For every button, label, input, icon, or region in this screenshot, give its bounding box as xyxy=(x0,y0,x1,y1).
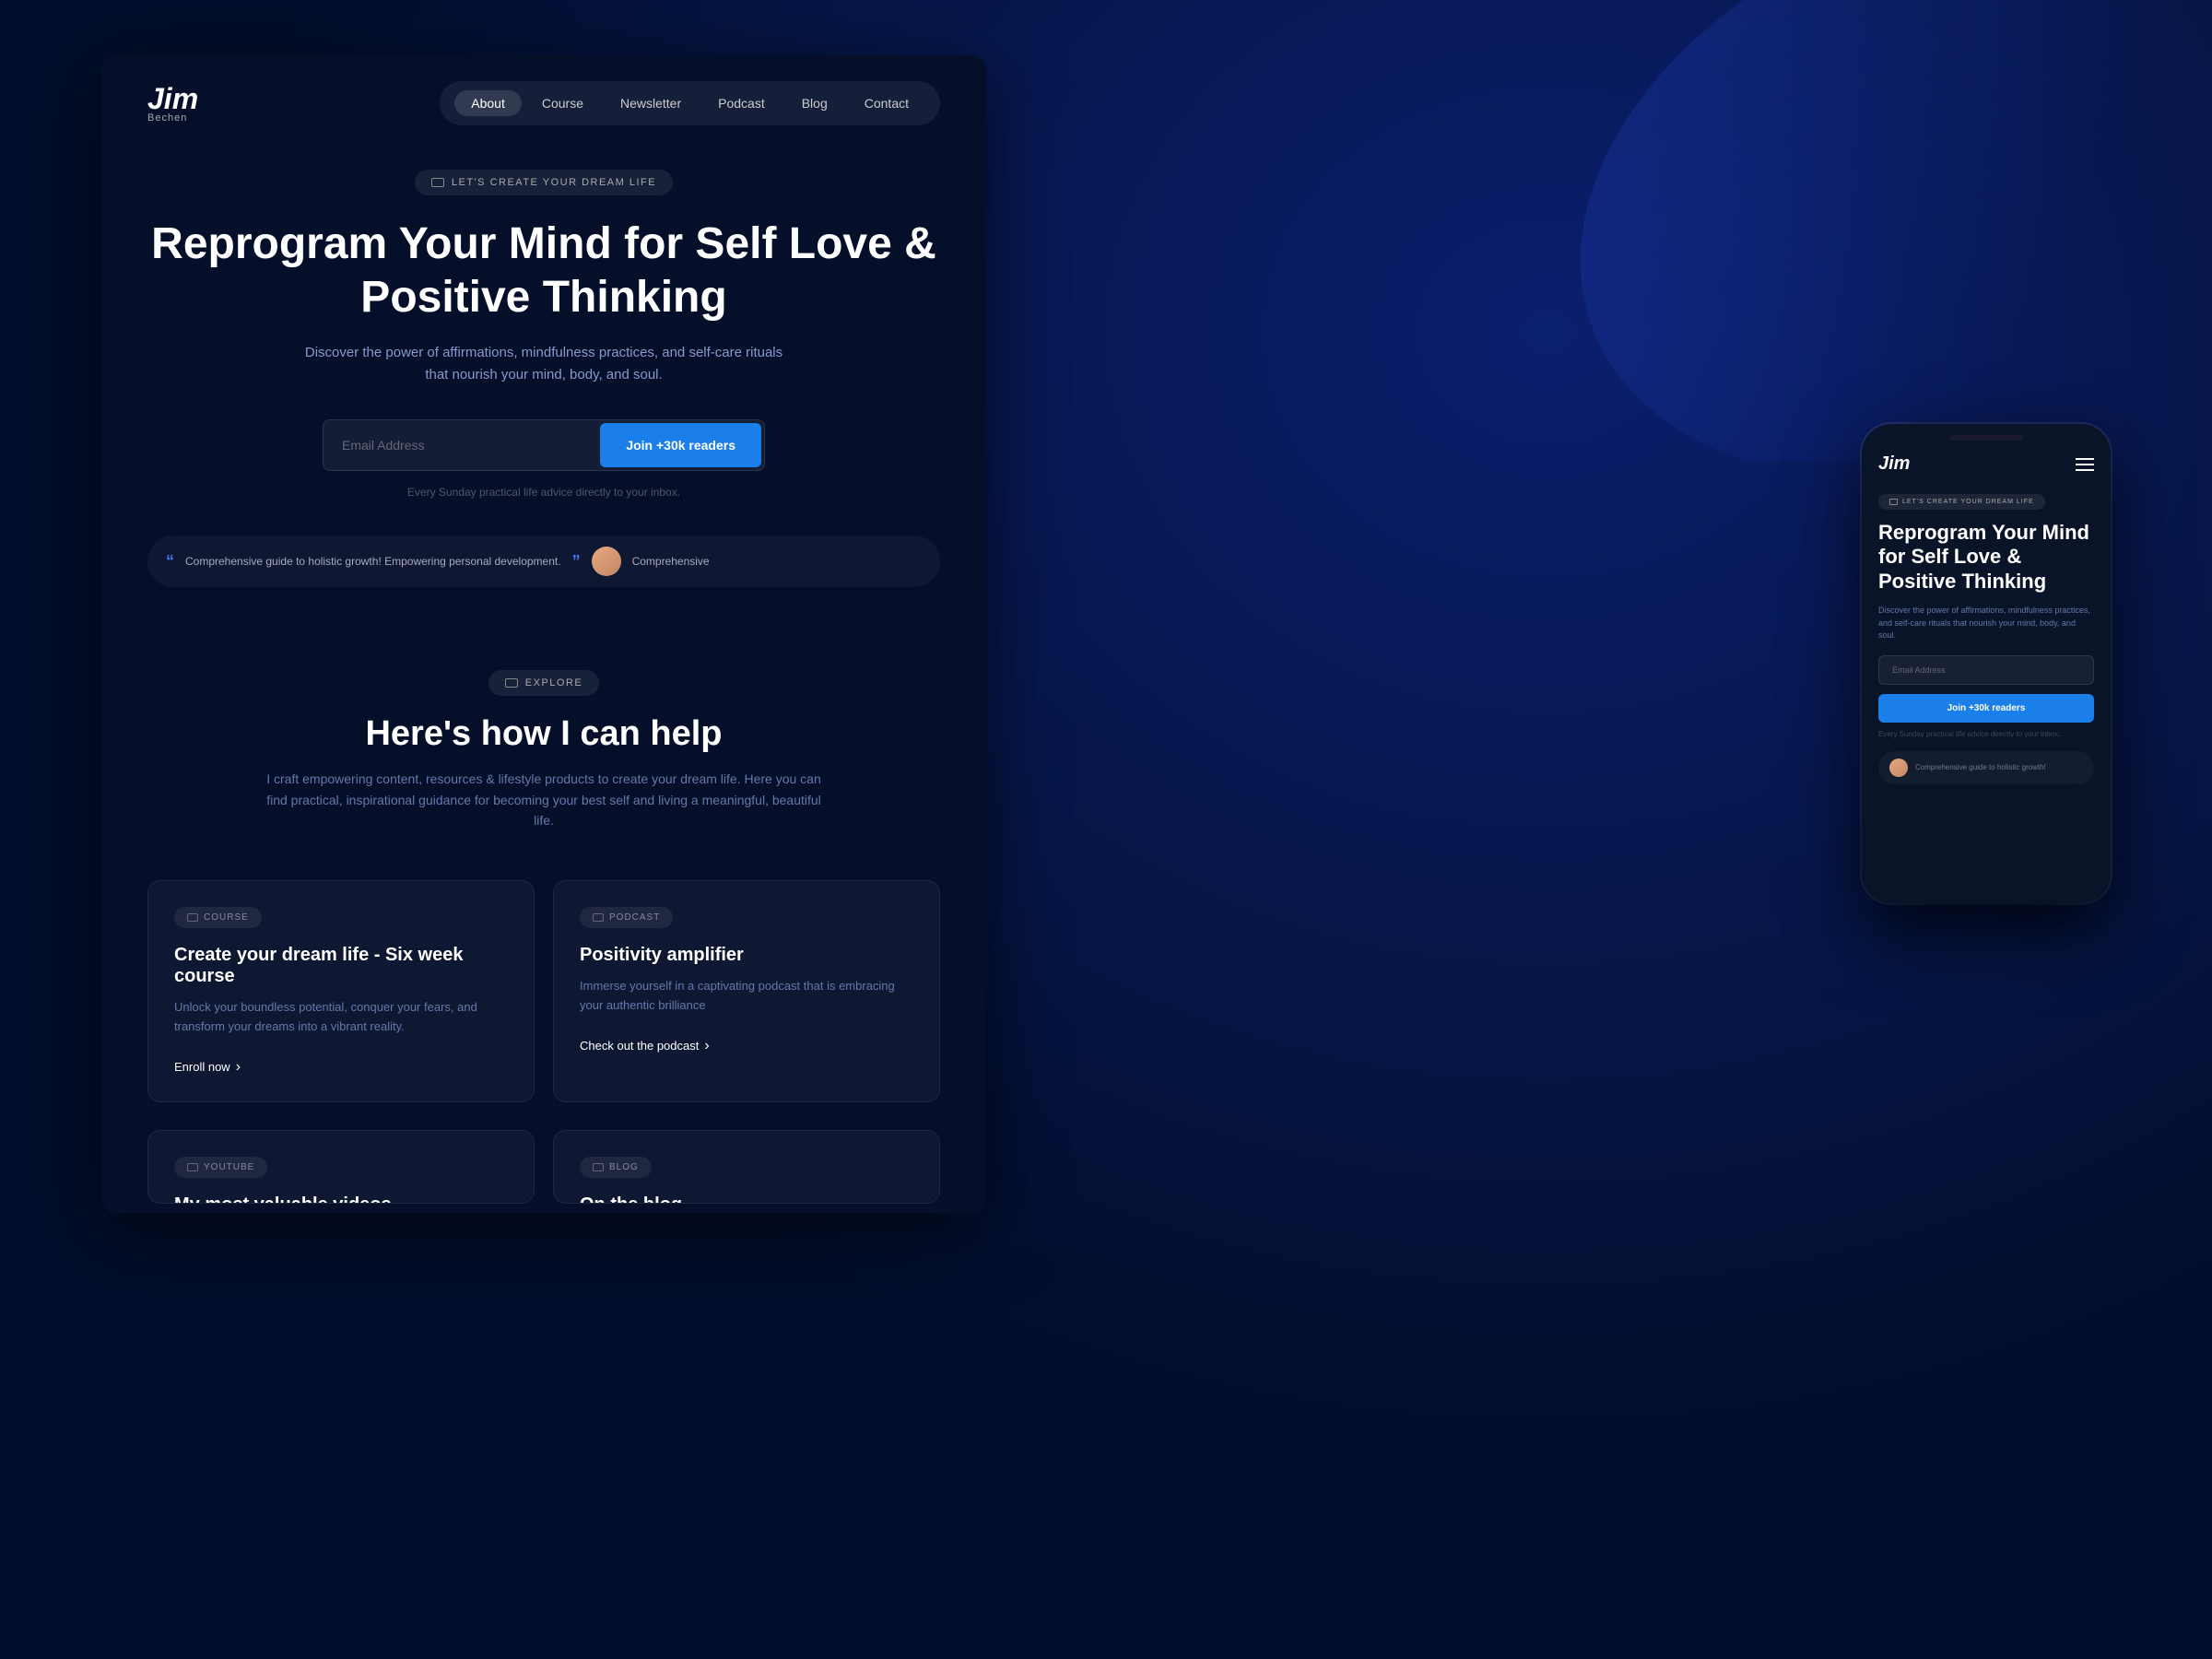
cards-grid: COURSE Create your dream life - Six week… xyxy=(101,858,986,1130)
course-tag: COURSE xyxy=(174,907,262,928)
youtube-card-title: My most valuable videos xyxy=(174,1194,508,1204)
testimonial-more: Comprehensive xyxy=(632,555,710,568)
explore-icon xyxy=(505,678,518,688)
testimonial-bar: “ Comprehensive guide to holistic growth… xyxy=(147,535,940,587)
logo-name: Jim xyxy=(147,82,198,115)
explore-section: EXPLORE Here's how I can help I craft em… xyxy=(101,633,986,858)
mobile-hero-subtitle: Discover the power of affirmations, mind… xyxy=(1878,605,2094,642)
podcast-card: PODCAST Positivity amplifier Immerse you… xyxy=(553,880,940,1102)
mobile-hero-section: LET'S CREATE YOUR DREAM LIFE Reprogram Y… xyxy=(1862,484,2111,797)
explore-badge: EXPLORE xyxy=(488,670,599,696)
quote-mark-left: “ xyxy=(166,552,174,571)
mobile-device-preview: Jim LET'S CREATE YOUR DREAM LIFE Reprogr… xyxy=(1862,424,2111,903)
download-tag-icon xyxy=(593,913,604,922)
cards-row2: YOUTUBE My most valuable videos BLOG On … xyxy=(101,1130,986,1213)
monitor-icon xyxy=(431,178,444,187)
youtube-tag: YOUTUBE xyxy=(174,1157,267,1178)
nav-links-container: About Course Newsletter Podcast Blog Con… xyxy=(440,81,940,125)
nav-course[interactable]: Course xyxy=(525,90,600,116)
navbar: Jim Bechen About Course Newsletter Podca… xyxy=(101,55,986,151)
youtube-card: YOUTUBE My most valuable videos xyxy=(147,1130,535,1204)
blog-card-title: On the blog xyxy=(580,1194,913,1204)
logo: Jim Bechen xyxy=(147,84,198,124)
quote-mark-right: ” xyxy=(572,552,581,571)
course-card-desc: Unlock your boundless potential, conquer… xyxy=(174,998,508,1037)
nav-contact[interactable]: Contact xyxy=(848,90,925,116)
enroll-link-text: Enroll now xyxy=(174,1060,230,1074)
hero-title: Reprogram Your Mind for Self Love & Posi… xyxy=(147,218,940,324)
mobile-testimonial-text: Comprehensive guide to holistic growth! xyxy=(1915,763,2046,771)
play-tag-icon xyxy=(187,1163,198,1171)
menu-line-1 xyxy=(2076,458,2094,460)
nav-about[interactable]: About xyxy=(454,90,522,116)
mobile-note: Every Sunday practical life advice direc… xyxy=(1878,730,2094,738)
menu-line-2 xyxy=(2076,464,2094,465)
mobile-badge-text: LET'S CREATE YOUR DREAM LIFE xyxy=(1902,499,2034,505)
explore-title: Here's how I can help xyxy=(147,714,940,754)
blog-card: BLOG On the blog xyxy=(553,1130,940,1204)
email-form: Join +30k readers xyxy=(323,419,765,471)
email-input[interactable] xyxy=(324,420,597,470)
mobile-email-form[interactable]: Email Address xyxy=(1878,655,2094,685)
nav-podcast[interactable]: Podcast xyxy=(701,90,782,116)
podcast-tag-label: PODCAST xyxy=(609,912,660,923)
podcast-card-desc: Immerse yourself in a captivating podcas… xyxy=(580,977,913,1016)
hero-section: LET'S CREATE YOUR DREAM LIFE Reprogram Y… xyxy=(101,151,986,633)
background-lines xyxy=(1475,0,2212,461)
podcast-link[interactable]: Check out the podcast › xyxy=(580,1038,710,1054)
mobile-hero-badge: LET'S CREATE YOUR DREAM LIFE xyxy=(1878,494,2045,510)
hero-subtitle: Discover the power of affirmations, mind… xyxy=(304,342,783,386)
blog-tag: BLOG xyxy=(580,1157,652,1178)
podcast-tag: PODCAST xyxy=(580,907,673,928)
podcast-arrow: › xyxy=(704,1038,709,1054)
mobile-logo: Jim xyxy=(1878,453,1910,475)
mobile-navbar: Jim xyxy=(1862,441,2111,484)
hero-badge: LET'S CREATE YOUR DREAM LIFE xyxy=(415,170,673,195)
explore-badge-text: EXPLORE xyxy=(525,677,582,688)
course-card: COURSE Create your dream life - Six week… xyxy=(147,880,535,1102)
explore-desc: I craft empowering content, resources & … xyxy=(258,769,830,830)
mobile-badge-icon xyxy=(1889,499,1898,505)
edit-tag-icon xyxy=(593,1163,604,1171)
enroll-link[interactable]: Enroll now › xyxy=(174,1059,241,1076)
youtube-tag-label: YOUTUBE xyxy=(204,1162,254,1172)
hero-note: Every Sunday practical life advice direc… xyxy=(147,486,940,499)
join-button[interactable]: Join +30k readers xyxy=(600,423,761,467)
monitor-tag-icon xyxy=(187,913,198,922)
mobile-join-button[interactable]: Join +30k readers xyxy=(1878,694,2094,723)
testimonial-quote: Comprehensive guide to holistic growth! … xyxy=(185,555,561,568)
mobile-email-placeholder: Email Address xyxy=(1892,665,1946,675)
nav-newsletter[interactable]: Newsletter xyxy=(604,90,698,116)
nav-blog[interactable]: Blog xyxy=(785,90,844,116)
menu-line-3 xyxy=(2076,469,2094,471)
mobile-avatar xyxy=(1889,759,1908,777)
mobile-hero-title: Reprogram Your Mind for Self Love & Posi… xyxy=(1878,521,2094,594)
desktop-preview: Jim Bechen About Course Newsletter Podca… xyxy=(101,55,986,1213)
podcast-card-title: Positivity amplifier xyxy=(580,945,913,966)
mobile-testimonial-bar: Comprehensive guide to holistic growth! xyxy=(1878,751,2094,784)
hero-badge-text: LET'S CREATE YOUR DREAM LIFE xyxy=(452,177,656,188)
enroll-arrow: › xyxy=(236,1059,241,1076)
course-card-title: Create your dream life - Six week course xyxy=(174,945,508,987)
hamburger-menu-icon[interactable] xyxy=(2076,458,2094,471)
testimonial-avatar xyxy=(592,547,621,576)
blog-tag-label: BLOG xyxy=(609,1162,639,1172)
course-tag-label: COURSE xyxy=(204,912,249,923)
podcast-link-text: Check out the podcast xyxy=(580,1039,699,1053)
